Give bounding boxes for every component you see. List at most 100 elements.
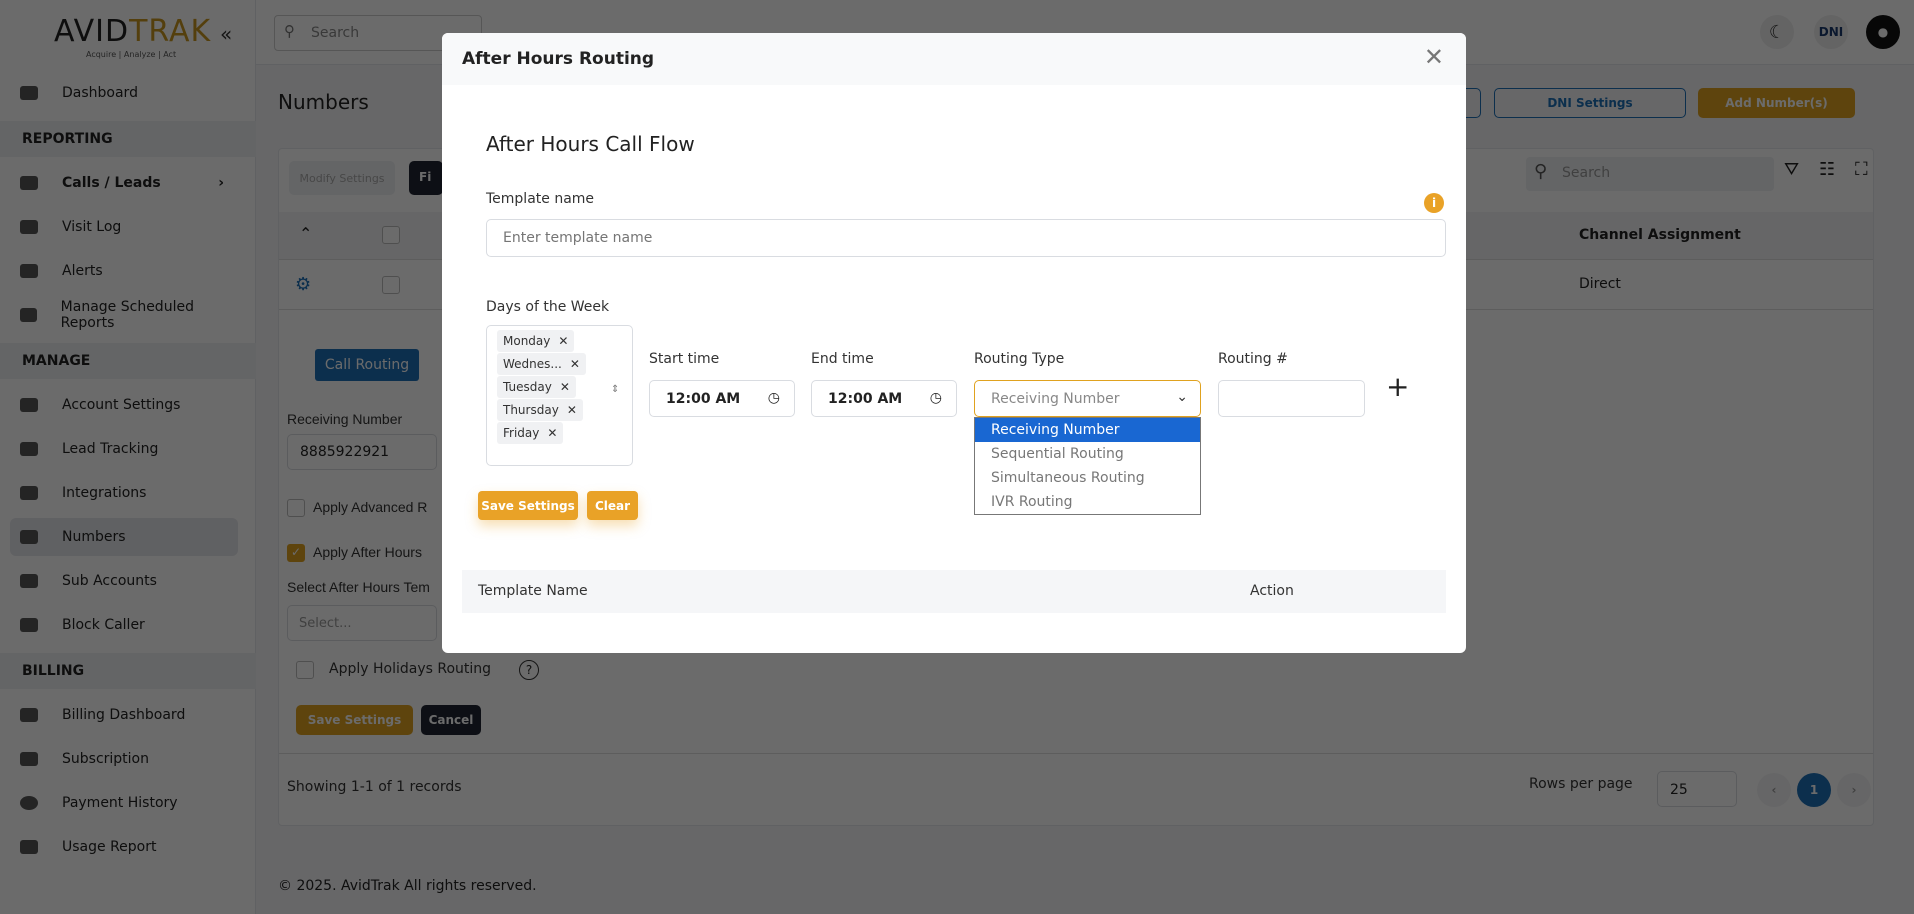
sidebar-item-label: Numbers [62,529,126,545]
add-numbers-button[interactable]: Add Number(s) [1698,88,1855,118]
column-template-name: Template Name [478,583,588,599]
apply-after-hours-label: Apply After Hours [313,544,422,560]
filter-icon[interactable]: ⛛ [1784,159,1799,180]
routing-number-input[interactable] [1218,380,1365,417]
sidebar-item-label: Payment History [62,795,178,811]
call-routing-tab[interactable]: Call Routing [315,349,419,381]
sidebar-item-integrations[interactable]: Integrations [10,474,238,512]
days-multiselect[interactable]: Monday ✕ Wednes... ✕ Tuesday ✕ Thursday ✕ Fr… [486,325,633,466]
globe-icon [20,220,38,234]
receiving-number-input[interactable]: 8885922921 [287,434,437,470]
sidebar-item-calls-leads[interactable]: Calls / Leads › [10,164,238,202]
modify-settings-button[interactable]: Modify Settings [289,161,395,195]
sidebar-item-label: Calls / Leads [62,175,161,191]
sidebar-item-usage-report[interactable]: Usage Report [10,828,238,866]
chevron-down-icon: ⌄ [1176,389,1188,405]
remove-day-icon[interactable]: ✕ [558,334,568,348]
section-manage: MANAGE [0,343,256,379]
filter-button[interactable]: Fi [409,161,443,195]
sidebar-item-subscription[interactable]: Subscription [10,740,238,778]
updown-chevron-icon: ⇕ [611,384,620,395]
end-time-input[interactable]: 12:00 AM ◷ [811,380,957,417]
start-time-input[interactable]: 12:00 AM ◷ [649,380,795,417]
clock-icon[interactable]: ◷ [930,390,942,406]
templates-table-header: Template Name Action [462,570,1446,613]
table-search-input[interactable]: Search [1526,157,1774,191]
dni-settings-button[interactable]: DNI Settings [1494,88,1686,118]
day-chip-label: Monday [503,334,551,348]
cancel-button[interactable]: Cancel [421,705,481,735]
start-time-label: Start time [649,351,720,367]
day-chip-label: Friday [503,426,540,440]
sidebar-item-scheduled-reports[interactable]: Manage Scheduled Reports [10,296,238,334]
collapse-all-icon[interactable]: ⌃ [299,224,312,243]
modal-save-settings-button[interactable]: Save Settings [478,491,578,520]
rows-per-page-label: Rows per page [1529,776,1633,792]
template-name-input[interactable] [486,219,1446,257]
day-chip-label: Tuesday [503,380,552,394]
divider [279,753,1873,754]
option-simultaneous-routing[interactable]: Simultaneous Routing [975,466,1200,490]
routing-type-dropdown: Receiving Number Sequential Routing Simu… [974,417,1201,515]
row-settings-gear-icon[interactable]: ⚙ [295,274,311,295]
option-ivr-routing[interactable]: IVR Routing [975,490,1200,514]
day-chip: Tuesday ✕ [497,376,576,398]
routing-type-select[interactable]: Receiving Number ⌄ [974,380,1201,417]
remove-day-icon[interactable]: ✕ [567,403,577,417]
help-icon[interactable]: ? [519,660,539,680]
dollar-icon [20,796,38,810]
remove-day-icon[interactable]: ✕ [560,380,570,394]
remove-day-icon[interactable]: ✕ [547,426,557,440]
add-row-plus-icon[interactable]: + [1386,370,1409,403]
user-avatar-icon[interactable]: ● [1866,15,1900,49]
sidebar-item-label: Dashboard [62,85,138,101]
close-icon[interactable]: ✕ [1424,43,1444,71]
row-checkbox[interactable] [382,276,400,294]
sidebar-item-visit-log[interactable]: Visit Log [10,208,238,246]
user-block-icon [20,618,38,632]
logo-text: AVID [54,14,130,49]
modal-title: After Hours Routing [462,49,655,69]
receiving-number-label: Receiving Number [287,411,403,427]
fullscreen-icon[interactable]: ⛶ [1855,159,1868,180]
sidebar-item-sub-accounts[interactable]: Sub Accounts [10,562,238,600]
option-receiving-number[interactable]: Receiving Number [975,418,1200,442]
apply-after-hours-checkbox[interactable]: ✓ [287,544,305,562]
column-header-channel-assignment[interactable]: Channel Assignment [1579,227,1741,243]
routing-number-label: Routing # [1218,351,1288,367]
page-title: Numbers [278,90,369,114]
collapse-sidebar-icon[interactable]: « [220,22,232,46]
dni-badge[interactable]: DNI [1814,15,1848,49]
logo: AVIDTRAK [14,14,211,49]
sidebar-item-payment-history[interactable]: Payment History [10,784,238,822]
apply-holidays-checkbox[interactable] [296,661,314,679]
phone-icon [20,176,38,190]
columns-icon[interactable]: ☷ [1819,159,1835,180]
sidebar-item-lead-tracking[interactable]: Lead Tracking [10,430,238,468]
next-page-button[interactable]: › [1837,773,1871,807]
sidebar-item-block-caller[interactable]: Block Caller [10,606,238,644]
dark-mode-moon-icon[interactable]: ☾ [1760,15,1794,49]
sidebar-item-label: Lead Tracking [62,441,159,457]
rows-per-page-select[interactable]: 25 [1657,771,1737,807]
sidebar-item-dashboard[interactable]: Dashboard [10,74,238,112]
sidebar-item-label: Billing Dashboard [62,707,186,723]
select-all-checkbox[interactable] [382,226,400,244]
sidebar: AVIDTRAK Acquire | Analyze | Act « Dashb… [0,0,256,914]
remove-day-icon[interactable]: ✕ [570,357,580,371]
after-hours-template-select[interactable]: Select... [287,605,437,641]
prev-page-button[interactable]: ‹ [1757,773,1791,807]
info-icon[interactable]: i [1424,193,1444,213]
page-1-button[interactable]: 1 [1797,773,1831,807]
sidebar-item-account-settings[interactable]: Account Settings [10,386,238,424]
end-time-value: 12:00 AM [828,391,903,407]
sidebar-item-label: Visit Log [62,219,122,235]
apply-advanced-checkbox[interactable] [287,499,305,517]
clock-icon[interactable]: ◷ [768,390,780,406]
sidebar-item-alerts[interactable]: Alerts [10,252,238,290]
save-settings-button[interactable]: Save Settings [296,705,413,735]
sidebar-item-billing-dashboard[interactable]: Billing Dashboard [10,696,238,734]
option-sequential-routing[interactable]: Sequential Routing [975,442,1200,466]
sidebar-item-numbers[interactable]: Numbers [10,518,238,556]
modal-clear-button[interactable]: Clear [587,491,638,520]
